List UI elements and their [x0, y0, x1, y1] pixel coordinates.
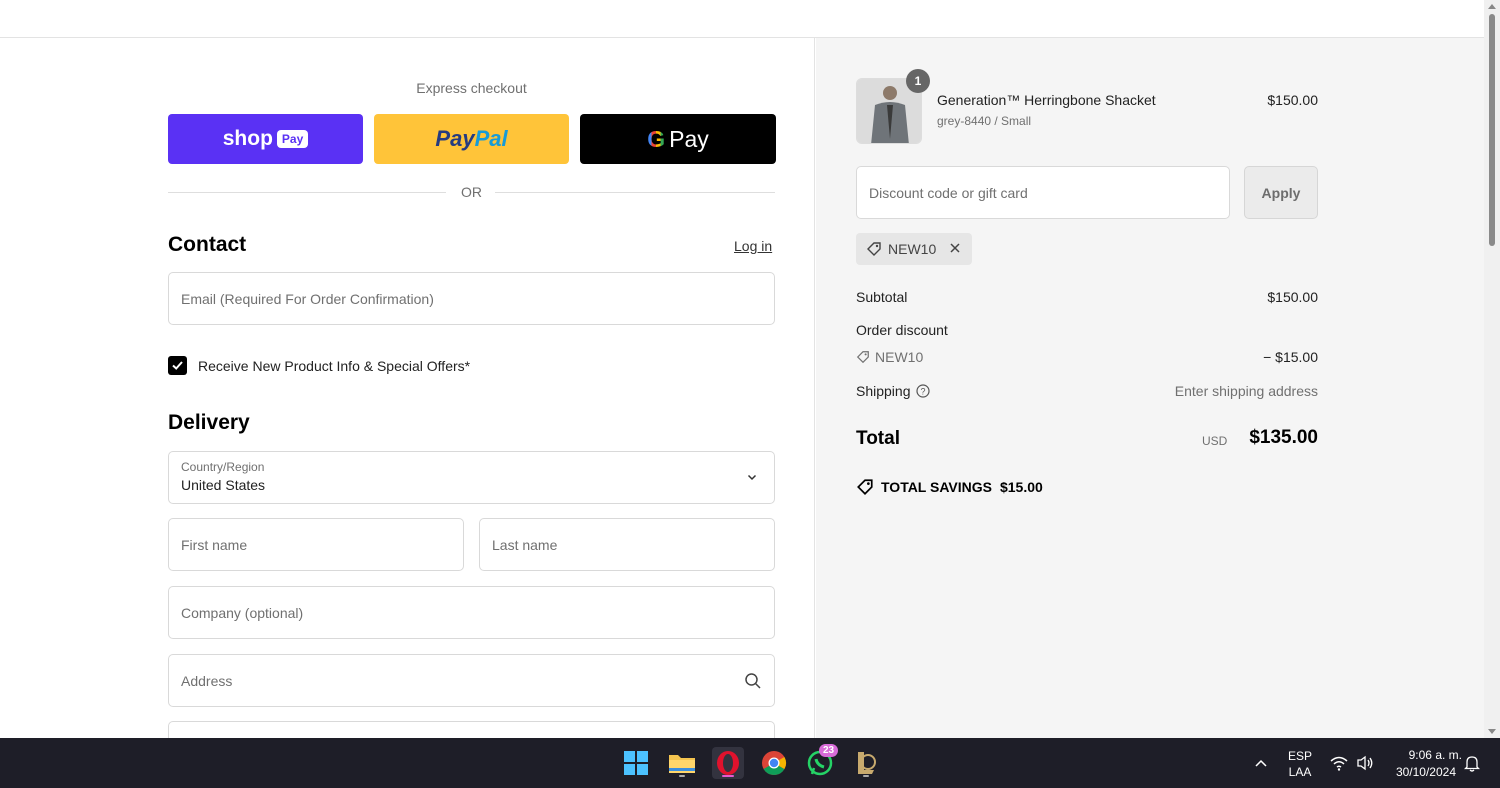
total-currency: USD — [1202, 434, 1228, 448]
paypal-pal-text: Pal — [474, 126, 508, 151]
order-discount-label: Order discount — [856, 322, 948, 338]
checkmark-icon — [172, 361, 183, 370]
contact-heading: Contact — [168, 233, 247, 256]
remove-code-icon[interactable] — [948, 241, 962, 255]
wifi-icon[interactable] — [1330, 755, 1348, 771]
language-bottom[interactable]: LAA — [1284, 765, 1316, 779]
shop-pay-text: shop — [222, 127, 273, 150]
paypal-button[interactable]: Pay Pal — [374, 114, 569, 164]
opera-browser-icon[interactable] — [712, 747, 744, 779]
savings-value: $15.00 — [999, 479, 1043, 495]
newsletter-checkbox[interactable] — [168, 356, 187, 375]
shipping-row: Shipping ? — [856, 383, 930, 399]
paypal-pay-text: Pay — [435, 126, 475, 151]
language-top[interactable]: ESP — [1284, 749, 1316, 763]
search-icon — [745, 673, 761, 689]
first-name-field[interactable] — [168, 518, 464, 571]
applied-code-chip: NEW10 — [856, 233, 972, 265]
chrome-icon[interactable] — [758, 747, 790, 779]
apartment-field[interactable] — [168, 721, 775, 738]
discount-value: − $15.00 — [1263, 349, 1318, 365]
google-pay-text: Pay — [669, 125, 709, 152]
page-scrollbar[interactable] — [1484, 0, 1500, 738]
total-savings: TOTAL SAVINGS $15.00 — [856, 478, 1043, 496]
league-of-legends-icon[interactable] — [850, 747, 882, 779]
windows-start-icon[interactable] — [620, 747, 652, 779]
shipping-value: Enter shipping address — [1174, 383, 1318, 399]
newsletter-label: Receive New Product Info & Special Offer… — [198, 357, 471, 374]
company-input[interactable] — [169, 587, 774, 638]
browser-window: Express checkout shop Pay Pay Pal G Pay O… — [0, 0, 1500, 738]
newsletter-option[interactable]: Receive New Product Info & Special Offer… — [168, 356, 470, 375]
chevron-down-icon — [747, 474, 757, 481]
applied-code-text: NEW10 — [888, 241, 937, 257]
total-label: Total — [856, 428, 900, 449]
savings-label: TOTAL SAVINGS — [881, 479, 992, 495]
express-checkout-label: Express checkout — [416, 80, 527, 96]
discount-field[interactable] — [856, 166, 1230, 219]
company-field[interactable] — [168, 586, 775, 639]
email-input[interactable] — [169, 273, 774, 324]
shop-pay-pill: Pay — [276, 130, 309, 148]
log-in-link[interactable]: Log in — [734, 238, 772, 254]
svg-text:?: ? — [920, 387, 925, 397]
email-field[interactable] — [168, 272, 775, 325]
notification-bell-icon[interactable] — [1464, 754, 1480, 772]
checkout-header — [0, 0, 1484, 38]
apply-button[interactable]: Apply — [1244, 166, 1318, 219]
address-input[interactable] — [169, 655, 774, 706]
google-g-icon: G — [647, 125, 666, 152]
delivery-heading: Delivery — [168, 411, 250, 434]
scrollbar-thumb[interactable] — [1489, 14, 1495, 246]
country-select[interactable]: Country/Region United States — [168, 451, 775, 504]
country-label: Country/Region — [181, 460, 265, 474]
or-text: OR — [461, 184, 482, 200]
clock-time[interactable]: 9:06 a. m. — [1384, 748, 1462, 762]
product-name: Generation™ Herringbone Shacket — [937, 92, 1156, 108]
clock-date[interactable]: 30/10/2024 — [1384, 765, 1456, 779]
whatsapp-icon[interactable]: 23 — [804, 744, 839, 779]
last-name-field[interactable] — [479, 518, 775, 571]
taskbar: 23 ESP LAA 9:06 a. m. 30/10/2024 — [0, 738, 1500, 788]
chevron-up-icon[interactable] — [1254, 757, 1268, 769]
address-field[interactable] — [168, 654, 775, 707]
file-explorer-icon[interactable] — [666, 747, 698, 779]
discount-code-row: NEW10 — [856, 349, 923, 365]
discount-input[interactable] — [857, 167, 1229, 218]
country-value: United States — [181, 477, 266, 493]
tag-icon — [856, 351, 869, 364]
scroll-down-arrow-icon[interactable] — [1488, 729, 1496, 734]
shop-pay-button[interactable]: shop Pay — [168, 114, 363, 164]
whatsapp-badge: 23 — [819, 744, 839, 757]
subtotal-label: Subtotal — [856, 289, 908, 305]
quantity-badge: 1 — [906, 69, 930, 93]
product-price: $150.00 — [1267, 92, 1318, 108]
tag-icon — [867, 242, 881, 256]
product-variant: grey-8440 / Small — [937, 114, 1032, 128]
or-divider: OR — [168, 183, 775, 203]
scroll-up-arrow-icon[interactable] — [1488, 4, 1496, 9]
total-value: $135.00 — [1249, 427, 1318, 448]
subtotal-value: $150.00 — [1267, 289, 1318, 305]
first-name-input[interactable] — [169, 519, 463, 570]
help-circle-icon[interactable]: ? — [915, 384, 930, 398]
google-pay-button[interactable]: G Pay — [580, 114, 776, 164]
last-name-input[interactable] — [480, 519, 774, 570]
shipping-label: Shipping — [856, 383, 911, 399]
volume-icon[interactable] — [1356, 755, 1374, 771]
discount-code-label: NEW10 — [875, 349, 924, 365]
tag-icon — [857, 479, 873, 495]
